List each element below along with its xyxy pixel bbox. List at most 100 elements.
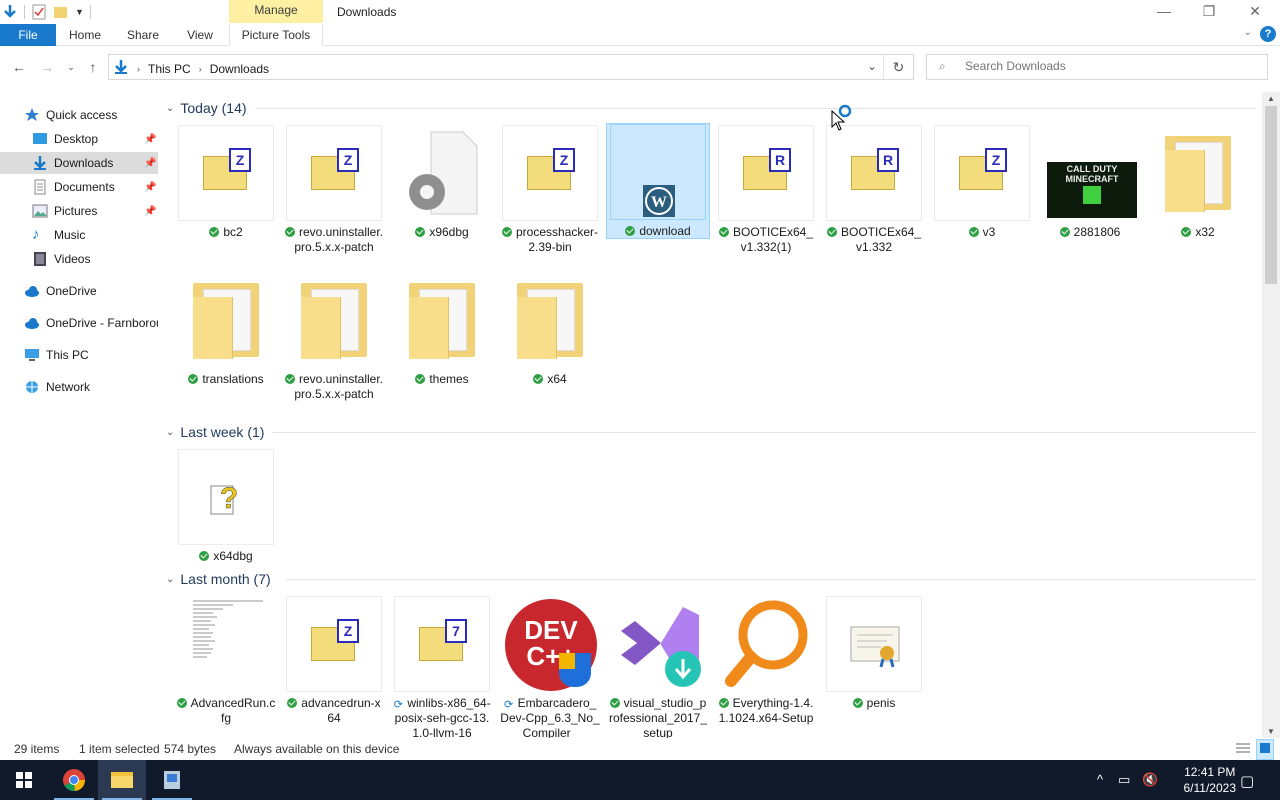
desktop-icon <box>32 131 48 147</box>
scroll-up-icon[interactable]: ▲ <box>1262 94 1280 103</box>
sidebar-item-onedrive-farnborough[interactable]: OneDrive - Farnborou <box>24 312 158 334</box>
file-item[interactable]: CALL DUTY MINECRAFT 2881806 <box>1038 125 1142 240</box>
folder-item[interactable]: themes <box>390 272 494 387</box>
wordpress-icon: W <box>643 185 675 217</box>
search-input[interactable] <box>965 59 1255 73</box>
breadcrumb-separator-icon[interactable]: › <box>137 64 140 74</box>
pin-icon[interactable]: 📌 <box>144 206 156 217</box>
address-dropdown-icon[interactable]: ⌄ <box>867 59 877 73</box>
close-button[interactable]: ✕ <box>1232 0 1278 24</box>
scroll-down-icon[interactable]: ▼ <box>1262 727 1280 736</box>
forward-button[interactable]: → <box>36 56 58 78</box>
search-box[interactable]: ⌕ <box>926 54 1268 80</box>
collapse-ribbon-icon[interactable]: ⌄ <box>1244 27 1252 38</box>
tab-file[interactable]: File <box>0 24 56 46</box>
pc-icon <box>24 347 40 363</box>
tab-picture-tools[interactable]: Picture Tools <box>229 24 323 46</box>
properties-icon[interactable] <box>31 4 47 20</box>
file-item[interactable]: ? x64dbg <box>174 449 278 564</box>
wordpress-thumbnail: W <box>610 124 706 220</box>
details-view-icon[interactable] <box>1234 740 1252 759</box>
manage-contextual-tab[interactable]: Manage <box>229 0 323 23</box>
chrome-icon <box>63 769 86 792</box>
file-name: bc2 <box>223 225 243 239</box>
breadcrumb-downloads[interactable]: Downloads <box>210 62 269 76</box>
help-icon[interactable]: ? <box>1260 26 1276 42</box>
start-button[interactable] <box>0 760 48 800</box>
scroll-thumb[interactable] <box>1265 106 1277 284</box>
file-item-selected[interactable]: W download <box>606 123 710 239</box>
file-item[interactable]: Z revo.uninstaller.pro.5.x.x-patch <box>282 125 386 255</box>
file-item[interactable]: Z bc2 <box>174 125 278 240</box>
pin-icon[interactable]: 📌 <box>144 134 156 145</box>
vertical-scrollbar[interactable]: ▲ ▼ <box>1262 92 1280 738</box>
taskbar-file-explorer[interactable] <box>98 760 146 800</box>
notifications-icon[interactable]: ▢ <box>1240 772 1254 790</box>
group-header-today[interactable]: ⌄ Today (14) <box>166 98 1256 118</box>
folder-item[interactable]: x32 <box>1146 125 1250 240</box>
breadcrumb-this-pc[interactable]: This PC <box>148 62 191 76</box>
file-item[interactable]: visual_studio_professional_2017_setup <box>606 596 710 738</box>
up-button[interactable]: ↑ <box>82 56 104 78</box>
file-item[interactable]: Z processhacker-2.39-bin <box>498 125 602 255</box>
file-item[interactable]: AdvancedRun.cfg <box>174 596 278 726</box>
synced-icon <box>501 227 512 237</box>
taskbar-chrome[interactable] <box>50 760 98 800</box>
sidebar-item-videos[interactable]: Videos <box>32 248 154 270</box>
large-icons-view-icon[interactable] <box>1256 739 1274 760</box>
file-item[interactable]: x96dbg <box>390 125 494 240</box>
sidebar-item-this-pc[interactable]: This PC <box>24 344 154 366</box>
new-folder-icon[interactable] <box>53 4 69 20</box>
group-header-last-month[interactable]: ⌄ Last month (7) <box>166 569 1256 589</box>
tab-home[interactable]: Home <box>62 24 108 46</box>
sidebar-item-pictures[interactable]: Pictures <box>32 200 154 222</box>
file-item[interactable]: Everything-1.4.1.1024.x64-Setup <box>714 596 818 726</box>
group-header-last-week[interactable]: ⌄ Last week (1) <box>166 422 1256 442</box>
file-item[interactable]: DEV C++ ⟳ Embarcadero_Dev-Cpp_6.3_No_Comp… <box>498 596 602 738</box>
synced-icon <box>209 227 220 237</box>
group-title: Last month (7) <box>180 571 271 587</box>
tab-view[interactable]: View <box>178 24 222 46</box>
status-bar: 29 items 1 item selected 574 bytes Alway… <box>0 738 1280 760</box>
sidebar-item-network[interactable]: Network <box>24 376 154 398</box>
maximize-button[interactable]: ❐ <box>1186 0 1232 24</box>
exe-thumbnail <box>394 125 490 221</box>
file-name: x32 <box>1195 225 1215 239</box>
file-item[interactable]: Z v3 <box>930 125 1034 240</box>
folder-item[interactable]: revo.uninstaller.pro.5.x.x-patch <box>282 272 386 402</box>
sidebar-item-downloads[interactable]: Downloads <box>0 152 158 174</box>
sidebar-item-quick-access[interactable]: Quick access <box>24 104 154 126</box>
address-bar[interactable]: › This PC › Downloads ⌄ ↻ <box>108 54 914 80</box>
taskbar-app[interactable] <box>148 760 196 800</box>
sidebar-item-onedrive[interactable]: OneDrive <box>24 280 154 302</box>
pin-icon[interactable]: 📌 <box>144 158 156 169</box>
refresh-button[interactable]: ↻ <box>883 55 913 79</box>
back-button[interactable]: ← <box>8 56 30 78</box>
tab-share[interactable]: Share <box>120 24 166 46</box>
recent-locations-icon[interactable]: ⌄ <box>60 56 82 78</box>
network-status-icon[interactable]: ▭ <box>1118 772 1130 788</box>
file-item[interactable]: R BOOTICEx64_v1.332 <box>822 125 926 255</box>
folder-thumbnail <box>286 272 382 368</box>
system-clock[interactable]: 12:41 PM 6/11/2023 <box>1184 764 1237 796</box>
file-item[interactable]: Z advancedrun-x64 <box>282 596 386 726</box>
sidebar-item-desktop[interactable]: Desktop <box>32 128 154 150</box>
sidebar-item-music[interactable]: ♪ Music <box>32 224 154 246</box>
folder-item[interactable]: x64 <box>498 272 602 387</box>
volume-muted-icon[interactable]: 🔇 <box>1142 772 1158 788</box>
everything-search-icon <box>725 600 808 687</box>
sidebar-item-documents[interactable]: Documents <box>32 176 154 198</box>
qat-customize-icon[interactable]: ▼ <box>75 7 84 17</box>
file-item[interactable]: penis <box>822 596 926 711</box>
minimize-button[interactable]: — <box>1141 0 1187 24</box>
downloads-location-icon <box>113 59 129 78</box>
file-name: BOOTICEx64_v1.332 <box>840 225 922 254</box>
rar-archive-icon: R <box>851 148 899 192</box>
show-hidden-icons-icon[interactable]: ^ <box>1097 772 1103 787</box>
folder-item[interactable]: translations <box>174 272 278 387</box>
file-item[interactable]: R BOOTICEx64_v1.332(1) <box>714 125 818 255</box>
breadcrumb-separator-icon[interactable]: › <box>199 64 202 74</box>
file-item[interactable]: 7 ⟳ winlibs-x86_64-posix-seh-gcc-13.1.0-l… <box>390 596 494 738</box>
pin-icon[interactable]: 📌 <box>144 182 156 193</box>
download-arrow-icon[interactable] <box>2 4 18 20</box>
